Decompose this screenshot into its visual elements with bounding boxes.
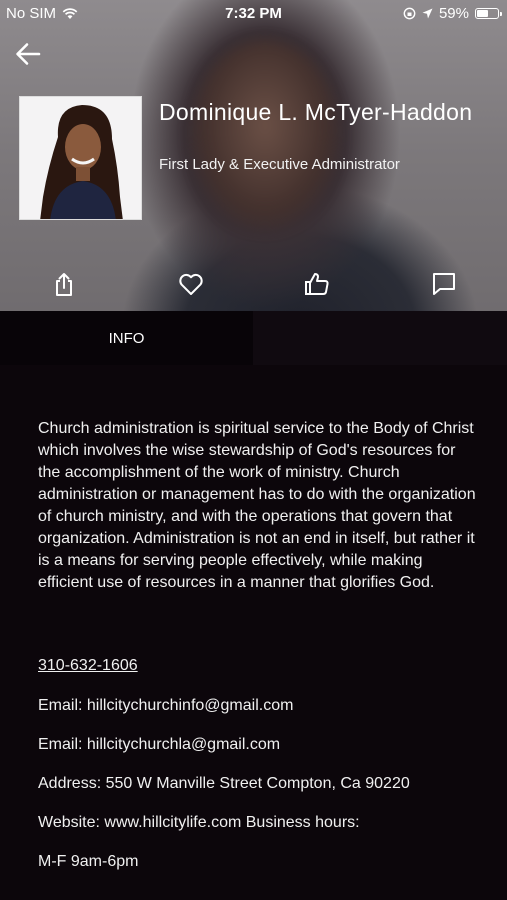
- tab-info[interactable]: INFO: [0, 311, 253, 365]
- battery-icon: [475, 8, 502, 19]
- status-bar: No SIM 7:32 PM 59%: [0, 0, 507, 28]
- profile-photo-image: [20, 97, 141, 219]
- address[interactable]: Address: 550 W Manville Street Compton, …: [38, 775, 410, 793]
- comment-icon[interactable]: [430, 270, 458, 298]
- hours: M-F 9am-6pm: [38, 853, 139, 870]
- info-description: Church administration is spiritual servi…: [38, 420, 476, 591]
- heart-icon[interactable]: [177, 270, 205, 298]
- share-icon[interactable]: [50, 270, 78, 298]
- email-la[interactable]: Email: hillcitychurchla@gmail.com: [38, 736, 280, 754]
- battery-percent: 59%: [438, 5, 469, 22]
- profile-title: First Lady & Executive Administrator: [159, 156, 400, 173]
- tab-empty: [253, 311, 507, 365]
- website-hours[interactable]: Website: www.hillcitylife.com Business h…: [38, 814, 360, 832]
- location-arrow-icon: [422, 8, 433, 19]
- orientation-lock-icon: [403, 7, 416, 20]
- tab-bar: INFO: [0, 311, 507, 365]
- profile-name: Dominique L. McTyer-Haddon: [159, 99, 473, 125]
- info-section: Church administration is spiritual servi…: [38, 418, 478, 594]
- thumbs-up-icon[interactable]: [303, 270, 331, 298]
- phone-link[interactable]: 310-632-1606: [38, 657, 138, 675]
- back-arrow-icon[interactable]: [12, 38, 44, 70]
- profile-photo: [19, 96, 142, 220]
- header-background-image: [190, 40, 340, 230]
- email-info[interactable]: Email: hillcitychurchinfo@gmail.com: [38, 697, 293, 715]
